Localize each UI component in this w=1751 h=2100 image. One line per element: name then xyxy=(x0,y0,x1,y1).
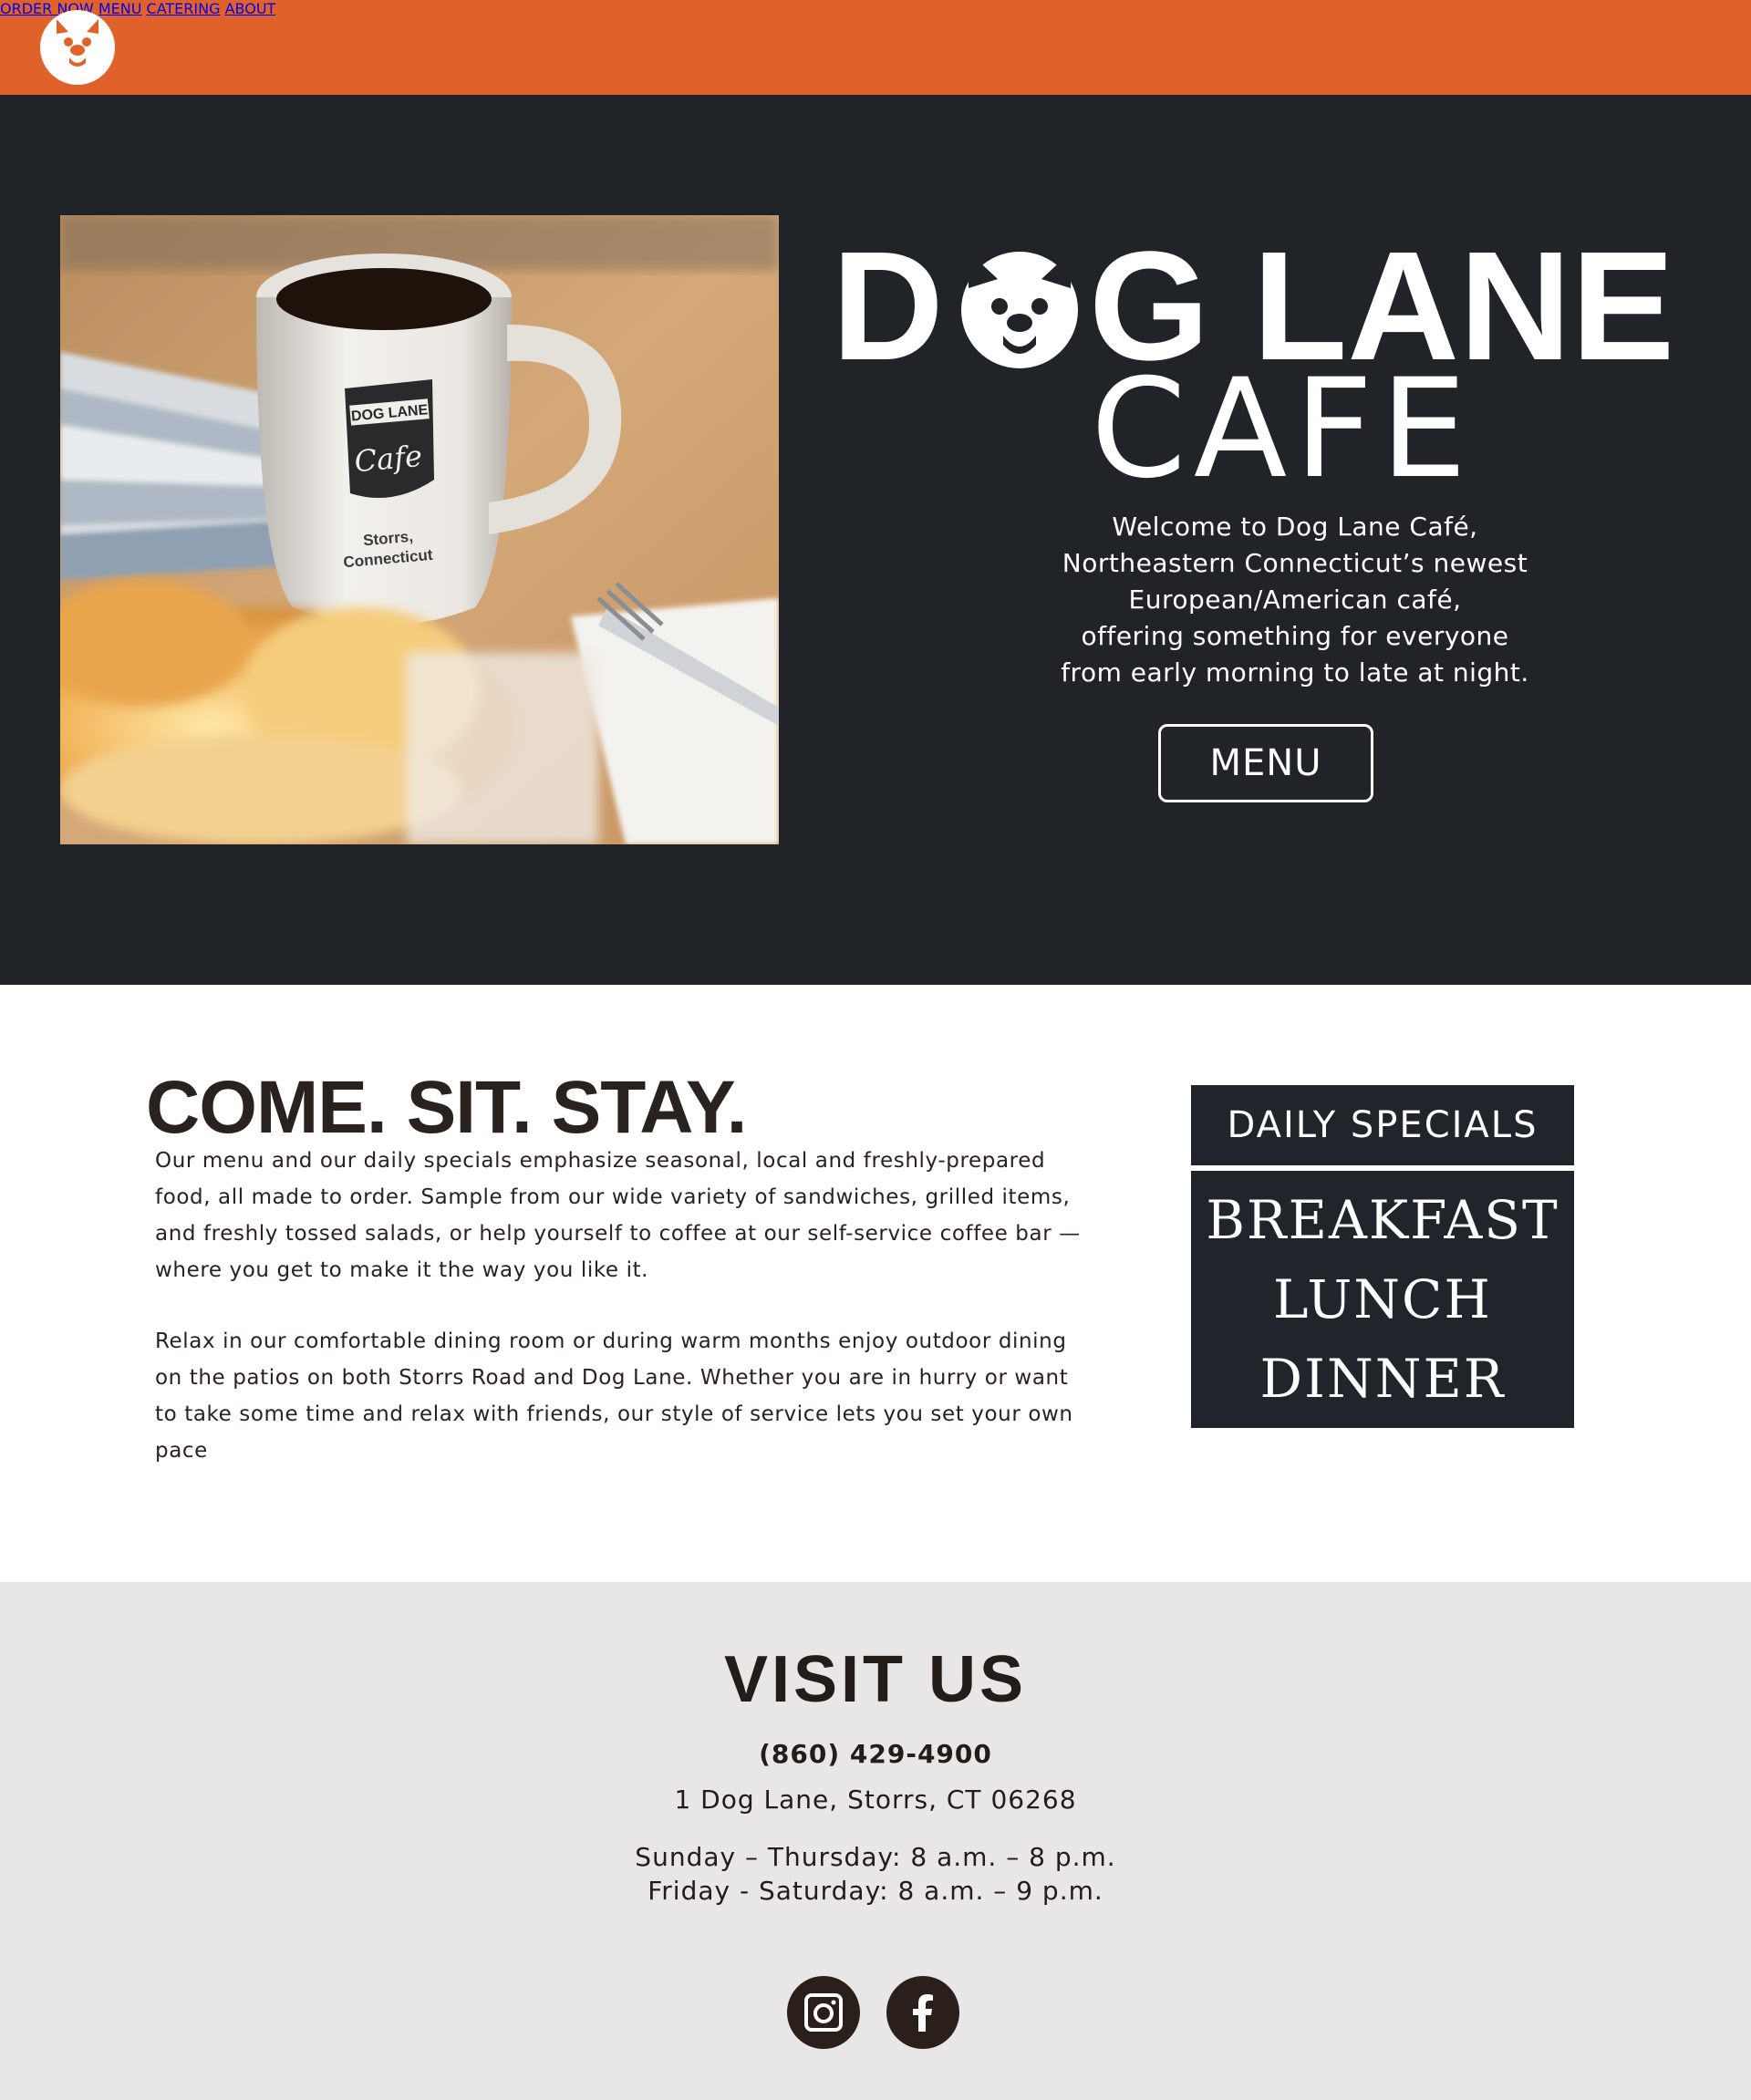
welcome-line: offering something for everyone xyxy=(1081,621,1509,651)
special-lunch[interactable]: LUNCH xyxy=(1273,1260,1492,1340)
dog-face-icon xyxy=(961,252,1078,368)
hero-photo-coffee-mug: DOG LANE Cafe Storrs, Connecticut xyxy=(60,215,779,844)
nav-catering[interactable]: CATERING xyxy=(147,0,221,17)
hours-weekend: Friday - Saturday: 8 a.m. – 9 p.m. xyxy=(648,1876,1103,1906)
welcome-text: Welcome to Dog Lane Café, Northeastern C… xyxy=(971,509,1619,691)
visit-section: VISIT US (860) 429-4900 1 Dog Lane, Stor… xyxy=(0,1582,1751,2100)
hero-section: DOG LANE Cafe Storrs, Connecticut D G LA… xyxy=(0,95,1751,985)
phone-number[interactable]: (860) 429-4900 xyxy=(0,1739,1751,1769)
special-breakfast[interactable]: BREAKFAST xyxy=(1206,1181,1559,1260)
welcome-line: Northeastern Connecticut’s newest xyxy=(1062,548,1528,578)
section-title-come-sit-stay: COME. SIT. STAY. xyxy=(146,1066,747,1149)
nav-about[interactable]: ABOUT xyxy=(225,0,276,17)
svg-text:Cafe: Cafe xyxy=(353,439,423,479)
special-dinner[interactable]: DINNER xyxy=(1260,1340,1506,1419)
section-title-visit-us: VISIT US xyxy=(723,1643,1028,1716)
about-section: COME. SIT. STAY. Our menu and our daily … xyxy=(0,985,1751,1582)
svg-text:D: D xyxy=(832,233,944,370)
welcome-line: from early morning to late at night. xyxy=(1061,657,1529,688)
about-paragraph-menu: Our menu and our daily specials emphasiz… xyxy=(155,1149,1081,1282)
daily-specials-panel[interactable]: DAILY SPECIALS BREAKFAST LUNCH DINNER xyxy=(1191,1085,1574,1428)
daily-specials-heading[interactable]: DAILY SPECIALS xyxy=(1191,1085,1574,1165)
street-address: 1 Dog Lane, Storrs, CT 06268 xyxy=(674,1784,1077,1815)
dog-face-logo[interactable] xyxy=(40,10,115,85)
hours-weekday: Sunday – Thursday: 8 a.m. – 8 p.m. xyxy=(635,1842,1116,1872)
top-nav-bar: ORDER NOW MENU CATERING ABOUT xyxy=(0,0,1751,95)
welcome-line: European/American café, xyxy=(1128,584,1462,615)
daily-specials-list: BREAKFAST LUNCH DINNER xyxy=(1191,1171,1574,1428)
brand-title-cafe: CAFE xyxy=(1091,350,1475,509)
instagram-icon[interactable] xyxy=(787,1976,860,2049)
facebook-icon[interactable] xyxy=(886,1976,959,2049)
menu-button[interactable]: MENU xyxy=(1158,724,1373,802)
about-paragraph-dining: Relax in our comfortable dining room or … xyxy=(155,1329,1073,1463)
welcome-line: Welcome to Dog Lane Café, xyxy=(1112,512,1478,542)
